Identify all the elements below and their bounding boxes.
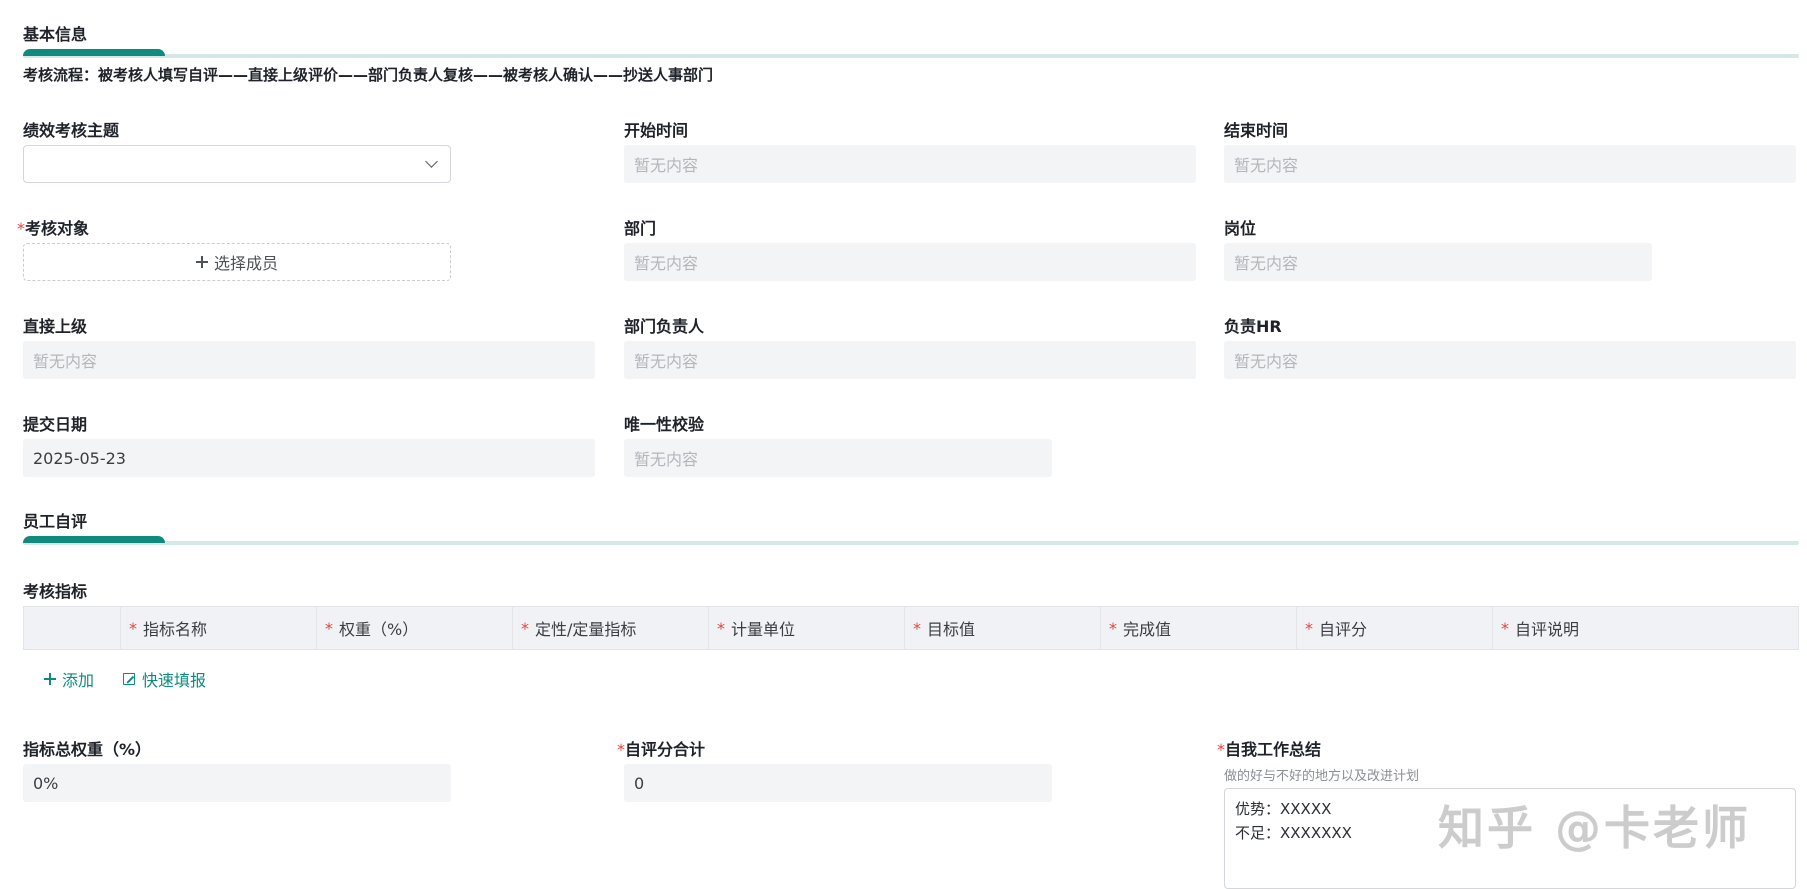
section-divider-accent: [23, 49, 165, 56]
table-header-cell: * 指标名称: [120, 607, 316, 649]
total-weight-label: 指标总权重（%）: [23, 740, 152, 759]
indicators-table-header: * 指标名称 * 权重（%） * 定性/定量指标 * 计量单位 * 目标值 * 完成值 * 自…: [23, 606, 1799, 650]
table-header-cell: * 完成值: [1100, 607, 1296, 649]
edit-icon: [123, 673, 135, 685]
table-header-cell: * 定性/定量指标: [512, 607, 708, 649]
theme-label: 绩效考核主题: [23, 121, 120, 140]
section-title-basic-info: 基本信息: [23, 25, 88, 44]
process-flow-text: 考核流程：被考核人填写自评——直接上级评价——部门负责人复核——被考核人确认——…: [23, 66, 714, 84]
select-members-label: 选择成员: [213, 254, 278, 273]
table-header-cell-empty: [24, 607, 120, 649]
section-divider-accent: [23, 536, 165, 543]
plus-icon: [195, 256, 208, 268]
section-divider: [23, 54, 1799, 58]
dept-head-field: 暂无内容: [624, 341, 1196, 379]
quick-fill-label: 快速填报: [142, 671, 207, 690]
table-header-cell: * 权重（%）: [316, 607, 512, 649]
table-header-cell: * 自评分: [1296, 607, 1492, 649]
submit-date-field: 2025-05-23: [23, 439, 595, 477]
supervisor-field: 暂无内容: [23, 341, 595, 379]
dept-head-label: 部门负责人: [624, 317, 705, 336]
required-mark: *: [617, 740, 625, 759]
target-label: *考核对象: [17, 215, 89, 239]
target-label-text: 考核对象: [25, 219, 90, 238]
position-label: 岗位: [1224, 219, 1257, 238]
summary-hint: 做的好与不好的地方以及改进计划: [1224, 769, 1420, 784]
hr-label: 负责HR: [1224, 317, 1282, 336]
table-header-cell: * 目标值: [904, 607, 1100, 649]
required-mark: *: [17, 219, 25, 238]
summary-label: *自我工作总结: [1217, 736, 1321, 760]
department-label: 部门: [624, 219, 657, 238]
table-header-cell: * 计量单位: [708, 607, 904, 649]
unique-check-field: 暂无内容: [624, 439, 1052, 477]
theme-select[interactable]: [23, 145, 451, 183]
unique-check-label: 唯一性校验: [624, 415, 705, 434]
watermark: 知乎 @卡老师: [1438, 801, 1752, 855]
section-divider: [23, 541, 1799, 545]
total-score-field: 0: [624, 764, 1052, 802]
required-mark: *: [1217, 740, 1225, 759]
total-score-label-text: 自评分合计: [625, 740, 706, 759]
quick-fill-button[interactable]: 快速填报: [123, 667, 206, 691]
total-weight-field: 0%: [23, 764, 451, 802]
section-title-self-eval: 员工自评: [23, 512, 88, 531]
select-members-button[interactable]: 选择成员: [23, 243, 451, 281]
indicators-label: 考核指标: [23, 582, 88, 601]
supervisor-label: 直接上级: [23, 317, 88, 336]
plus-icon: [44, 673, 56, 685]
department-field: 暂无内容: [624, 243, 1196, 281]
position-field: 暂无内容: [1224, 243, 1652, 281]
chevron-down-icon: [425, 155, 438, 168]
add-label: 添加: [62, 671, 95, 690]
total-score-label: *自评分合计: [617, 736, 705, 760]
summary-label-text: 自我工作总结: [1225, 740, 1322, 759]
table-header-cell: * 自评说明: [1492, 607, 1798, 649]
start-time-field: 暂无内容: [624, 145, 1196, 183]
hr-field: 暂无内容: [1224, 341, 1796, 379]
submit-date-label: 提交日期: [23, 415, 88, 434]
end-time-field: 暂无内容: [1224, 145, 1796, 183]
add-indicator-button[interactable]: 添加: [44, 667, 94, 691]
start-time-label: 开始时间: [624, 121, 689, 140]
end-time-label: 结束时间: [1224, 121, 1289, 140]
